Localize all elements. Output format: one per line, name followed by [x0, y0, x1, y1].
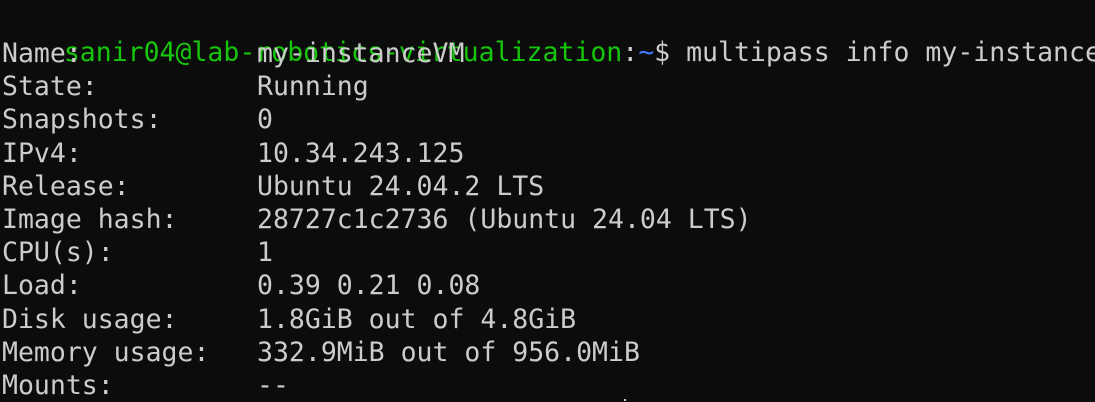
info-key: Snapshots:: [2, 104, 162, 136]
info-row-name: Name: my-instanceVM: [0, 37, 1095, 70]
info-row-cpus: CPU(s): 1: [0, 236, 1095, 269]
info-row-image-hash: Image hash: 28727c1c2736 (Ubuntu 24.04 L…: [0, 203, 1095, 236]
info-value: 1.8GiB out of 4.8GiB: [257, 303, 577, 335]
text-cursor: [624, 399, 626, 401]
info-key: IPv4:: [2, 137, 82, 169]
info-value: Ubuntu 24.04.2 LTS: [257, 170, 545, 202]
info-row-memory-usage: Memory usage: 332.9MiB out of 956.0MiB: [0, 336, 1095, 369]
info-row-release: Release: Ubuntu 24.04.2 LTS: [0, 170, 1095, 203]
prompt-line: sanir04@lab-robotics-virtualization:~$ m…: [0, 3, 1095, 68]
info-key: Name:: [2, 38, 82, 69]
info-row-mounts: Mounts: --: [0, 369, 1095, 402]
info-key: Disk usage:: [2, 303, 178, 335]
info-value: 0: [257, 104, 273, 136]
info-value: my-instanceVM: [257, 38, 465, 69]
info-row-disk-usage: Disk usage: 1.8GiB out of 4.8GiB: [0, 303, 1095, 336]
info-value: 10.34.243.125: [257, 137, 465, 169]
info-key: Memory usage:: [2, 336, 210, 368]
info-row-state: State: Running: [0, 70, 1095, 103]
info-key: Image hash:: [2, 203, 178, 235]
terminal-window[interactable]: sanir04@lab-robotics-virtualization:~$ m…: [0, 0, 1095, 402]
info-value: 1: [257, 237, 273, 269]
info-row-load: Load: 0.39 0.21 0.08: [0, 269, 1095, 302]
info-row-ipv4: IPv4: 10.34.243.125: [0, 137, 1095, 170]
info-value: --: [257, 369, 289, 401]
info-key: CPU(s):: [2, 237, 114, 269]
info-value: Running: [257, 71, 369, 103]
instance-info-table: Name: my-instanceVM State: Running Snaps…: [0, 37, 1095, 402]
info-key: State:: [2, 71, 98, 103]
info-key: Load:: [2, 270, 82, 302]
info-key: Release:: [2, 170, 130, 202]
info-value: 28727c1c2736 (Ubuntu 24.04 LTS): [257, 203, 752, 235]
info-value: 332.9MiB out of 956.0MiB: [257, 336, 640, 368]
info-row-snapshots: Snapshots: 0: [0, 103, 1095, 136]
info-key: Mounts:: [2, 369, 114, 401]
info-value: 0.39 0.21 0.08: [257, 270, 481, 302]
